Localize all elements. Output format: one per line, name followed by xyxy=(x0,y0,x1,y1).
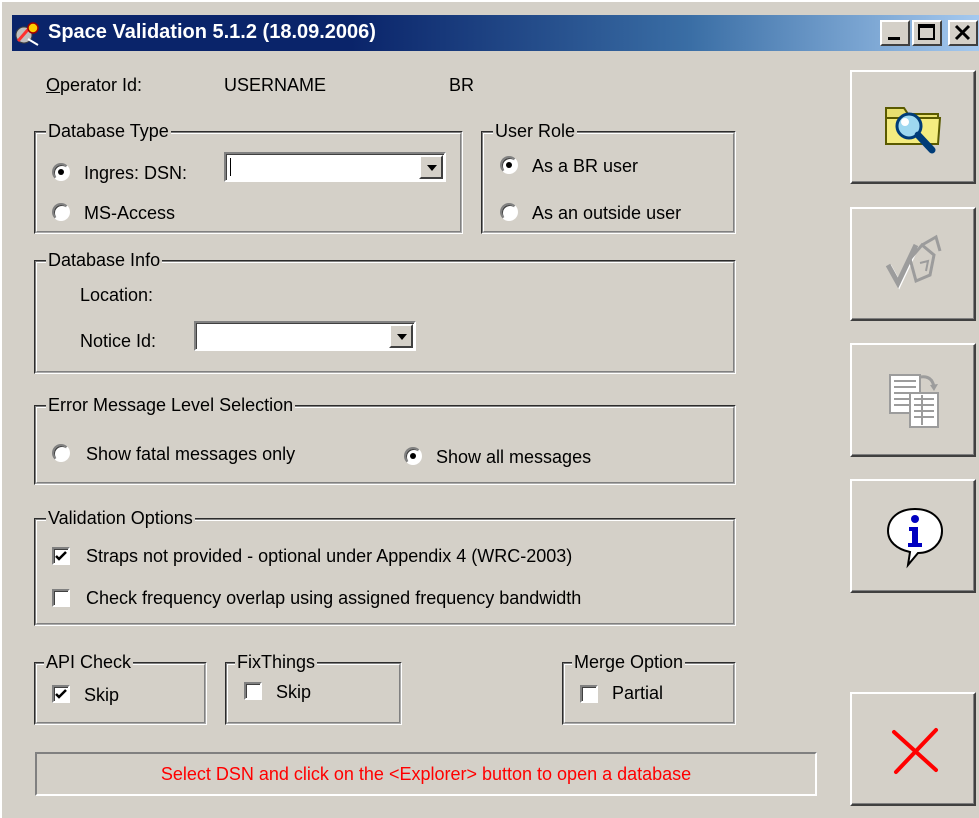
close-button[interactable] xyxy=(948,20,978,46)
api-check-legend: API Check xyxy=(44,651,134,673)
validate-icon xyxy=(885,234,942,290)
operator-username: USERNAME xyxy=(224,75,327,95)
user-role-legend: User Role xyxy=(493,120,578,142)
ms-access-label[interactable]: MS-Access xyxy=(84,202,175,224)
dsn-combobox[interactable] xyxy=(224,152,446,182)
all-messages-label[interactable]: Show all messages xyxy=(436,446,591,468)
ms-access-radio[interactable] xyxy=(52,203,70,221)
error-level-legend: Error Message Level Selection xyxy=(46,394,296,416)
exit-button[interactable] xyxy=(850,692,976,806)
ingres-radio[interactable] xyxy=(52,163,70,181)
straps-checkbox[interactable] xyxy=(52,547,70,565)
fixthings-legend: FixThings xyxy=(235,651,318,673)
status-bar: Select DSN and click on the <Explorer> b… xyxy=(35,752,817,796)
outside-user-radio[interactable] xyxy=(500,203,518,221)
exit-icon xyxy=(892,728,938,774)
folder-search-icon xyxy=(885,107,942,154)
explorer-button[interactable] xyxy=(850,70,976,184)
validation-options-legend: Validation Options xyxy=(46,507,195,529)
outside-user-label[interactable]: As an outside user xyxy=(532,202,681,224)
br-user-label[interactable]: As a BR user xyxy=(532,155,638,177)
chevron-down-icon xyxy=(427,165,437,171)
database-info-group: Database Info xyxy=(34,249,736,374)
notice-id-combobox[interactable] xyxy=(194,321,416,351)
fixthings-skip-checkbox[interactable] xyxy=(244,682,262,700)
database-type-legend: Database Type xyxy=(46,120,171,142)
info-button[interactable] xyxy=(850,479,976,593)
maximize-button[interactable] xyxy=(912,20,942,46)
dsn-dropdown-button[interactable] xyxy=(419,155,443,179)
notice-id-label: Notice Id: xyxy=(80,331,157,351)
title-bar[interactable]: Space Validation 5.1.2 (18.09.2006) xyxy=(12,15,979,51)
database-info-legend: Database Info xyxy=(46,249,163,271)
fixthings-skip-label[interactable]: Skip xyxy=(276,681,311,703)
ingres-label[interactable]: Ingres: DSN: xyxy=(84,162,187,184)
location-label: Location: xyxy=(80,285,154,305)
notice-id-dropdown-button[interactable] xyxy=(389,324,413,348)
minimize-button[interactable] xyxy=(880,20,910,46)
br-user-radio[interactable] xyxy=(500,156,518,174)
frequency-overlap-label[interactable]: Check frequency overlap using assigned f… xyxy=(86,587,581,609)
minimize-icon xyxy=(888,37,900,40)
close-icon xyxy=(954,24,971,41)
main-window: Space Validation 5.1.2 (18.09.2006) Oper… xyxy=(0,0,979,818)
fatal-only-radio[interactable] xyxy=(52,444,70,462)
checkmark-icon xyxy=(55,551,67,561)
merge-partial-checkbox[interactable] xyxy=(580,685,598,703)
frequency-overlap-checkbox[interactable] xyxy=(52,589,70,607)
all-messages-radio[interactable] xyxy=(404,447,422,465)
fatal-only-label[interactable]: Show fatal messages only xyxy=(86,443,295,465)
report-icon xyxy=(889,374,939,428)
api-skip-label[interactable]: Skip xyxy=(84,684,119,706)
app-icon[interactable] xyxy=(14,19,42,47)
window-title: Space Validation 5.1.2 (18.09.2006) xyxy=(48,21,376,43)
checkmark-icon xyxy=(55,689,67,699)
validate-button[interactable] xyxy=(850,207,976,321)
merge-option-legend: Merge Option xyxy=(572,651,686,673)
straps-label[interactable]: Straps not provided - optional under App… xyxy=(86,545,572,567)
validation-options-group: Validation Options xyxy=(34,507,736,626)
report-button[interactable] xyxy=(850,343,976,457)
maximize-icon xyxy=(918,24,935,40)
text-caret xyxy=(230,158,231,176)
operator-id-label: Operator Id: xyxy=(46,75,143,95)
chevron-down-icon xyxy=(397,334,407,340)
info-icon xyxy=(886,507,944,569)
operator-role-code: BR xyxy=(449,75,475,95)
api-skip-checkbox[interactable] xyxy=(52,685,70,703)
merge-partial-label[interactable]: Partial xyxy=(612,682,663,704)
status-message: Select DSN and click on the <Explorer> b… xyxy=(160,764,692,784)
